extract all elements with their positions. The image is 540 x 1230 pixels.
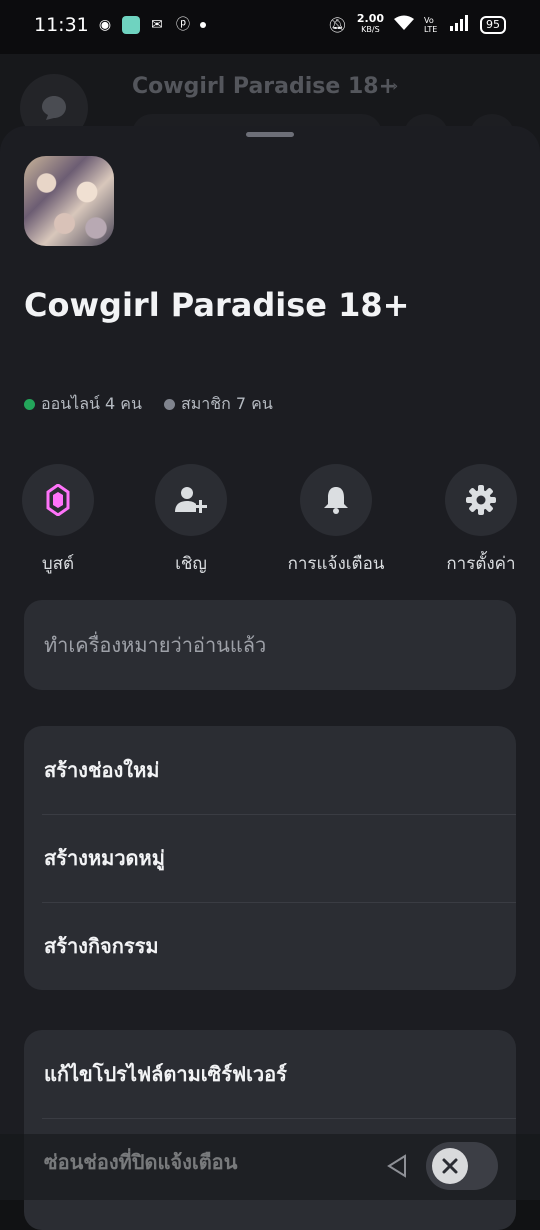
notifications-button[interactable]: การแจ้งเตือน — [266, 464, 406, 577]
boost-label: บูสต์ — [41, 554, 75, 574]
gear-icon — [466, 485, 496, 515]
invite-label: เชิญ — [175, 554, 207, 574]
edit-server-profile-button[interactable]: แก้ไขโปรไฟล์ตามเซิร์ฟเวอร์ — [24, 1030, 516, 1118]
close-icon[interactable] — [432, 1148, 468, 1184]
invite-button-circle[interactable] — [155, 464, 227, 536]
settings-label: การตั้งค่า — [446, 554, 516, 574]
profile-menu-card: แก้ไขโปรไฟล์ตามเซิร์ฟเวอร์ ซ่อนช่องที่ปิ… — [24, 1030, 516, 1230]
server-name: Cowgirl Paradise 18+ — [24, 286, 410, 324]
boost-gem-icon — [46, 484, 70, 516]
wifi-icon — [394, 15, 414, 34]
create-channel-button[interactable]: สร้างช่องใหม่ — [24, 726, 516, 814]
online-count: ออนไลน์ 4 คน — [24, 392, 142, 417]
settings-button-circle[interactable] — [445, 464, 517, 536]
online-status-dot — [24, 399, 35, 410]
pinterest-icon: ⓟ — [176, 17, 190, 33]
signal-icon — [450, 15, 470, 34]
system-navigation-bar — [0, 1134, 540, 1200]
discord-notification-icon: ◉ — [98, 17, 112, 33]
online-count-label: ออนไลน์ 4 คน — [41, 394, 142, 413]
notification-icons: ◉ ✉ ⓟ — [96, 16, 206, 34]
server-quick-actions: บูสต์ เชิญ การแจ้งเตือน การตั้งค่า — [0, 464, 540, 574]
invite-user-icon — [175, 487, 207, 513]
chevron-right-icon: › — [392, 76, 399, 95]
network-speed-value: 2.00 — [356, 12, 384, 25]
app-notification-icon — [122, 16, 140, 34]
status-indicators: 🔕︎ 2.00 KB/S Vo LTE 95 — [327, 12, 506, 35]
boost-button-circle[interactable] — [22, 464, 94, 536]
create-category-button[interactable]: สร้างหมวดหมู่ — [24, 814, 516, 902]
mark-as-read-button[interactable]: ทำเครื่องหมายว่าอ่านแล้ว — [24, 600, 516, 690]
status-bar: 11:31 ◉ ✉ ⓟ 🔕︎ 2.00 KB/S Vo LTE 95 — [0, 0, 540, 54]
member-count: สมาชิก 7 คน — [163, 392, 273, 417]
network-speed-unit: KB/S — [361, 25, 380, 34]
volte-label: Vo LTE — [424, 15, 438, 34]
settings-button[interactable]: การตั้งค่า — [411, 464, 540, 577]
create-event-button[interactable]: สร้างกิจกรรม — [24, 902, 516, 990]
server-stats: ออนไลน์ 4 คน สมาชิก 7 คน — [24, 392, 273, 417]
bell-icon — [324, 487, 348, 514]
mute-bell-icon: 🔕︎ — [327, 15, 347, 34]
mark-read-card: ทำเครื่องหมายว่าอ่านแล้ว — [24, 600, 516, 690]
server-icon-image — [24, 156, 114, 246]
back-triangle-icon[interactable] — [386, 1154, 408, 1178]
more-notifications-dot — [200, 22, 206, 28]
boost-button[interactable]: บูสต์ — [0, 464, 128, 577]
create-menu-card: สร้างช่องใหม่ สร้างหมวดหมู่ สร้างกิจกรรม — [24, 726, 516, 990]
notifications-button-circle[interactable] — [300, 464, 372, 536]
floating-close-toggle[interactable] — [426, 1142, 498, 1190]
invite-button[interactable]: เชิญ — [121, 464, 261, 577]
messenger-icon: ✉ — [151, 17, 163, 33]
status-time: 11:31 — [34, 14, 89, 36]
notifications-label: การแจ้งเตือน — [287, 554, 385, 574]
chat-bubble-icon — [42, 96, 66, 120]
member-count-label: สมาชิก 7 คน — [180, 394, 273, 413]
battery-indicator: 95 — [480, 15, 506, 34]
background-server-title: Cowgirl Paradise 18+ — [132, 74, 398, 99]
member-status-dot — [163, 399, 175, 410]
server-options-sheet: Cowgirl Paradise 18+ ออนไลน์ 4 คน สมาชิก… — [0, 126, 540, 1230]
network-speed: 2.00 KB/S — [356, 12, 384, 35]
sheet-drag-handle[interactable] — [246, 132, 294, 137]
